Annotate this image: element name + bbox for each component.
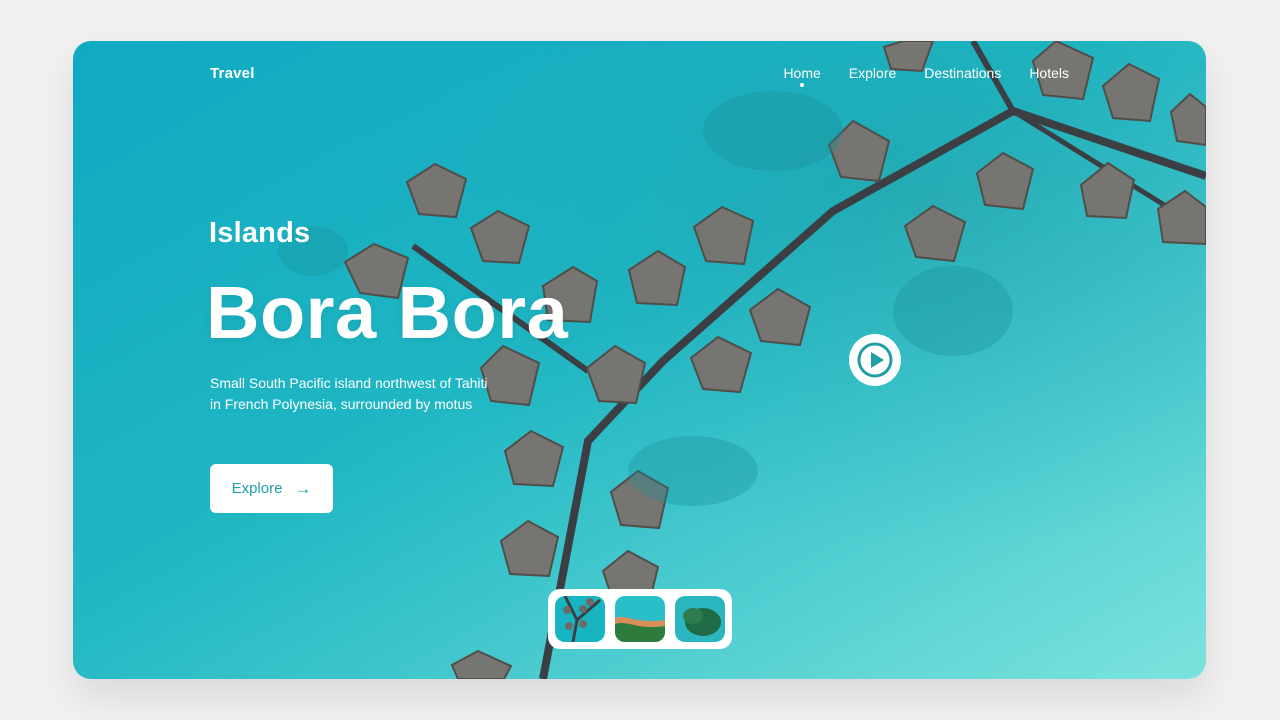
- hero-kicker: Islands: [209, 217, 311, 249]
- hero-card: Travel Home Explore Destinations Hotels …: [73, 41, 1206, 679]
- bora-bora-aerial-image: [73, 41, 1206, 679]
- play-icon: [857, 342, 893, 378]
- arrow-right-icon: →: [294, 479, 312, 498]
- brand-logo[interactable]: Travel: [210, 65, 255, 82]
- thumbnail-beach-island[interactable]: [615, 596, 665, 642]
- explore-button-label: Explore: [231, 480, 283, 497]
- explore-button[interactable]: Explore →: [210, 464, 333, 513]
- gallery-thumbnails: [548, 589, 732, 649]
- thumbnail-overwater-villas[interactable]: [555, 596, 605, 642]
- nav-item-hotels[interactable]: Hotels: [1029, 65, 1069, 87]
- nav-item-destinations[interactable]: Destinations: [924, 65, 1001, 87]
- hero-title: Bora Bora: [206, 271, 569, 354]
- background-image: [73, 41, 1206, 679]
- main-navigation: Home Explore Destinations Hotels: [783, 65, 1069, 87]
- play-video-button[interactable]: [849, 334, 901, 386]
- thumbnail-forest-island[interactable]: [675, 596, 725, 642]
- nav-item-home[interactable]: Home: [783, 65, 820, 87]
- nav-item-explore[interactable]: Explore: [849, 65, 896, 87]
- hero-description: Small South Pacific island northwest of …: [210, 375, 488, 412]
